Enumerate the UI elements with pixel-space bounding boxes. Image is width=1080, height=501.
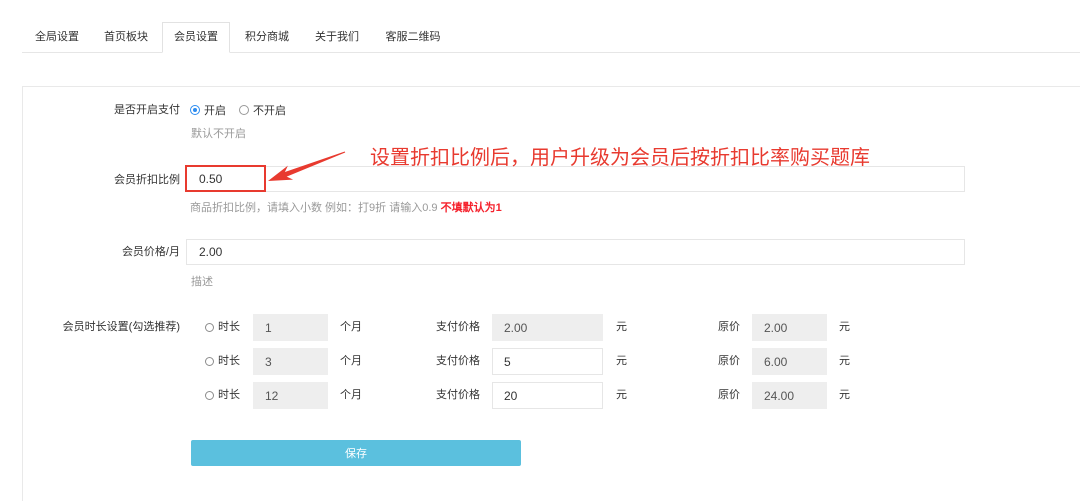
monthly-price-help: 描述 — [191, 276, 213, 288]
duration-radio[interactable] — [205, 323, 214, 332]
original-price-input[interactable] — [752, 382, 827, 409]
original-price-label: 原价 — [718, 355, 740, 367]
discount-label: 会员折扣比例 — [114, 174, 180, 186]
currency-label: 元 — [839, 389, 850, 401]
annotation-text: 设置折扣比例后，用户升级为会员后按折扣比率购买题库 — [370, 147, 870, 169]
currency-label: 元 — [616, 321, 627, 333]
discount-default-note: 不填默认为1 — [440, 202, 502, 214]
duration-radio[interactable] — [205, 391, 214, 400]
original-price-input[interactable] — [752, 314, 827, 341]
original-price-label: 原价 — [718, 321, 740, 333]
duration-row-2: 时长 个月 支付价格 元 原价 元 — [0, 348, 900, 375]
pay-enable-radio-group: 开启 不开启 — [190, 102, 299, 118]
pay-price-input[interactable] — [492, 314, 603, 341]
pay-price-input[interactable] — [492, 382, 603, 409]
duration-months-input[interactable] — [253, 314, 328, 341]
monthly-price-input[interactable] — [186, 239, 965, 265]
months-unit-label: 个月 — [340, 389, 362, 401]
pay-price-input[interactable] — [492, 348, 603, 375]
duration-radio[interactable] — [205, 357, 214, 366]
pay-price-label: 支付价格 — [436, 389, 480, 401]
radio-button[interactable] — [190, 105, 200, 115]
pay-enable-help: 默认不开启 — [191, 128, 246, 140]
member-settings-form: 是否开启支付 开启 不开启 默认不开启 会员折扣比例 商品折扣比例，请填入小数 … — [0, 0, 1080, 501]
currency-label: 元 — [839, 355, 850, 367]
pay-price-label: 支付价格 — [436, 355, 480, 367]
discount-help-text: 商品折扣比例，请填入小数 例如：打9折 请输入0.9 — [190, 202, 438, 214]
original-price-input[interactable] — [752, 348, 827, 375]
months-unit-label: 个月 — [340, 355, 362, 367]
discount-help: 商品折扣比例，请填入小数 例如：打9折 请输入0.9 不填默认为1 — [190, 201, 502, 215]
save-button[interactable]: 保存 — [191, 440, 521, 466]
currency-label: 元 — [616, 355, 627, 367]
discount-input[interactable] — [186, 166, 965, 192]
pay-enable-option-on[interactable]: 开启 — [190, 102, 226, 118]
months-unit-label: 个月 — [340, 321, 362, 333]
original-price-label: 原价 — [718, 389, 740, 401]
duration-label: 时长 — [218, 321, 240, 333]
radio-button[interactable] — [239, 105, 249, 115]
duration-label: 时长 — [218, 355, 240, 367]
duration-row-1: 时长 个月 支付价格 元 原价 元 — [0, 314, 900, 341]
pay-price-label: 支付价格 — [436, 321, 480, 333]
duration-months-input[interactable] — [253, 382, 328, 409]
currency-label: 元 — [616, 389, 627, 401]
duration-months-input[interactable] — [253, 348, 328, 375]
radio-label: 不开启 — [253, 105, 286, 117]
currency-label: 元 — [839, 321, 850, 333]
duration-row-3: 时长 个月 支付价格 元 原价 元 — [0, 382, 900, 409]
radio-label: 开启 — [204, 105, 226, 117]
monthly-price-label: 会员价格/月 — [121, 246, 180, 258]
pay-enable-label: 是否开启支付 — [114, 104, 180, 116]
pay-enable-option-off[interactable]: 不开启 — [239, 102, 286, 118]
duration-label: 时长 — [218, 389, 240, 401]
